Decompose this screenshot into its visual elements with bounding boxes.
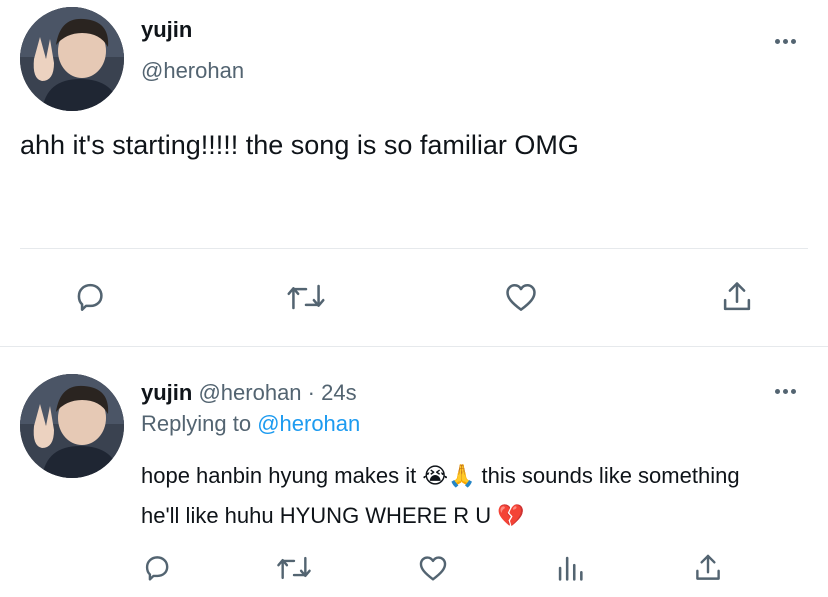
reply-icon[interactable] xyxy=(139,550,175,586)
tweet-text: ahh it's starting!!!!! the song is so fa… xyxy=(20,130,579,160)
avatar[interactable] xyxy=(20,374,124,478)
retweet-icon[interactable] xyxy=(284,277,328,317)
broken-heart-emoji: 💔 xyxy=(497,504,525,529)
crying-praying-emoji: 😭🙏 xyxy=(422,464,476,489)
reply-header: yujin @herohan · 24s xyxy=(141,380,357,406)
display-name[interactable]: yujin xyxy=(141,380,192,405)
display-name[interactable]: yujin xyxy=(141,17,192,43)
divider xyxy=(0,346,828,347)
share-icon[interactable] xyxy=(717,277,757,317)
tweet-text: hope hanbin hyung makes it 😭🙏 this sound… xyxy=(141,456,741,536)
more-options-icon[interactable] xyxy=(775,389,796,394)
like-icon[interactable] xyxy=(414,550,452,586)
user-handle[interactable]: @herohan xyxy=(141,58,244,84)
replying-to: Replying to @herohan xyxy=(141,411,360,437)
avatar-photo xyxy=(20,7,124,111)
divider xyxy=(20,248,808,249)
reply-icon[interactable] xyxy=(70,277,110,317)
more-options-icon[interactable] xyxy=(775,39,796,44)
retweet-icon[interactable] xyxy=(274,550,314,586)
timestamp[interactable]: 24s xyxy=(321,380,356,405)
replying-to-link[interactable]: @herohan xyxy=(257,411,360,436)
share-icon[interactable] xyxy=(690,550,726,586)
analytics-icon[interactable] xyxy=(552,550,588,586)
avatar[interactable] xyxy=(20,7,124,111)
like-icon[interactable] xyxy=(500,277,542,317)
tweet-text-part: hope hanbin hyung makes it xyxy=(141,463,423,488)
avatar-photo xyxy=(20,374,124,478)
replying-to-label: Replying to xyxy=(141,411,258,436)
separator: · xyxy=(301,380,322,405)
user-handle[interactable]: @herohan xyxy=(198,380,301,405)
